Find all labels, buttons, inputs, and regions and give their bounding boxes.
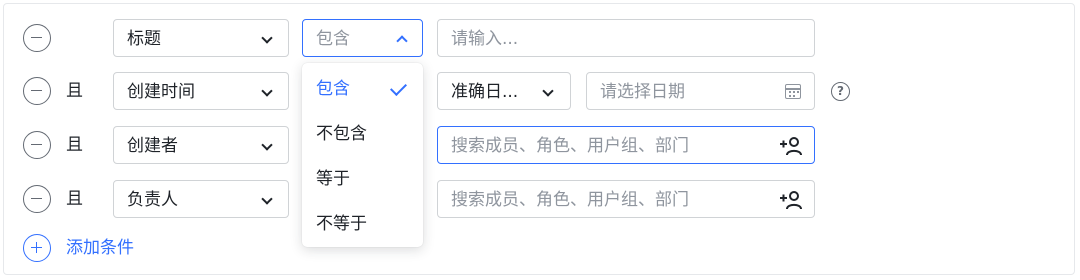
plus-circle-icon[interactable]: [23, 234, 51, 262]
option-label: 不包含: [316, 124, 367, 144]
member-search-input[interactable]: 搜索成员、角色、用户组、部门: [437, 180, 815, 218]
chevron-down-icon: [261, 85, 273, 97]
conjunction-label: 且: [66, 189, 83, 209]
condition-row-title: 标题 包含 请输入...: [0, 19, 1080, 57]
calendar-icon: [785, 84, 801, 99]
add-condition-button[interactable]: 添加条件: [66, 238, 134, 258]
field-select-value: 标题: [127, 29, 161, 49]
operator-dropdown-menu: 包含 不包含 等于 不等于: [302, 63, 423, 247]
help-icon[interactable]: ?: [831, 82, 850, 101]
operator-select-value: 包含: [316, 29, 350, 49]
conjunction-label: 且: [66, 135, 83, 155]
operator-option-not-equals[interactable]: 不等于: [302, 202, 423, 247]
check-icon: [390, 79, 407, 96]
member-search-placeholder: 搜索成员、角色、用户组、部门: [451, 136, 689, 156]
value-input[interactable]: 请输入...: [437, 19, 815, 57]
chevron-down-icon: [542, 85, 554, 97]
chevron-down-icon: [261, 32, 273, 44]
date-mode-value: 准确日...: [451, 82, 519, 102]
add-user-icon[interactable]: [779, 136, 803, 156]
field-select-value: 创建者: [127, 136, 178, 156]
option-label: 包含: [316, 79, 350, 99]
operator-option-equals[interactable]: 等于: [302, 157, 423, 202]
date-picker-input[interactable]: 请选择日期: [586, 72, 815, 110]
remove-condition-icon[interactable]: [23, 131, 51, 159]
chevron-up-icon: [396, 35, 408, 47]
member-search-input[interactable]: 搜索成员、角色、用户组、部门: [437, 126, 815, 164]
date-mode-select[interactable]: 准确日...: [437, 72, 571, 110]
field-select-value: 创建时间: [127, 82, 195, 102]
value-input-placeholder: 请输入...: [451, 29, 519, 49]
condition-row-creator: 且 创建者 搜索成员、角色、用户组、部门: [0, 126, 1080, 164]
field-select-value: 负责人: [127, 190, 178, 210]
chevron-down-icon: [261, 139, 273, 151]
remove-condition-icon[interactable]: [23, 24, 51, 52]
add-user-icon[interactable]: [779, 190, 803, 210]
chevron-down-icon: [261, 193, 273, 205]
remove-condition-icon[interactable]: [23, 185, 51, 213]
remove-condition-icon[interactable]: [23, 77, 51, 105]
operator-select[interactable]: 包含: [302, 19, 423, 57]
condition-row-created-time: 且 创建时间 准确日... 请选择日期 ?: [0, 72, 1080, 110]
field-select[interactable]: 负责人: [113, 180, 289, 218]
operator-option-not-contains[interactable]: 不包含: [302, 112, 423, 157]
option-label: 不等于: [316, 214, 367, 234]
field-select[interactable]: 创建者: [113, 126, 289, 164]
condition-row-owner: 且 负责人 搜索成员、角色、用户组、部门: [0, 180, 1080, 218]
operator-option-contains[interactable]: 包含: [302, 67, 423, 112]
conjunction-label: 且: [66, 81, 83, 101]
field-select[interactable]: 创建时间: [113, 72, 289, 110]
date-picker-placeholder: 请选择日期: [600, 82, 685, 102]
option-label: 等于: [316, 169, 350, 189]
member-search-placeholder: 搜索成员、角色、用户组、部门: [451, 190, 689, 210]
field-select[interactable]: 标题: [113, 19, 289, 57]
